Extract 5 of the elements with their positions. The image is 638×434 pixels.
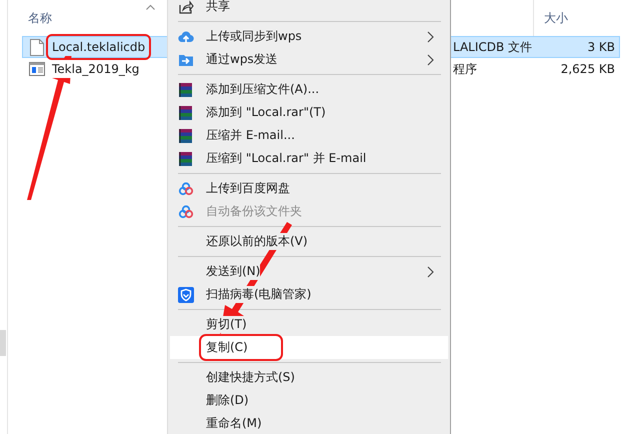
file-type: 程序: [453, 60, 478, 78]
file-type: LALICDB 文件: [453, 38, 534, 56]
file-name: Tekla_2019_kg: [50, 60, 142, 78]
file-size: 3 KB: [586, 40, 616, 54]
file-size: 2,625 KB: [560, 62, 616, 76]
